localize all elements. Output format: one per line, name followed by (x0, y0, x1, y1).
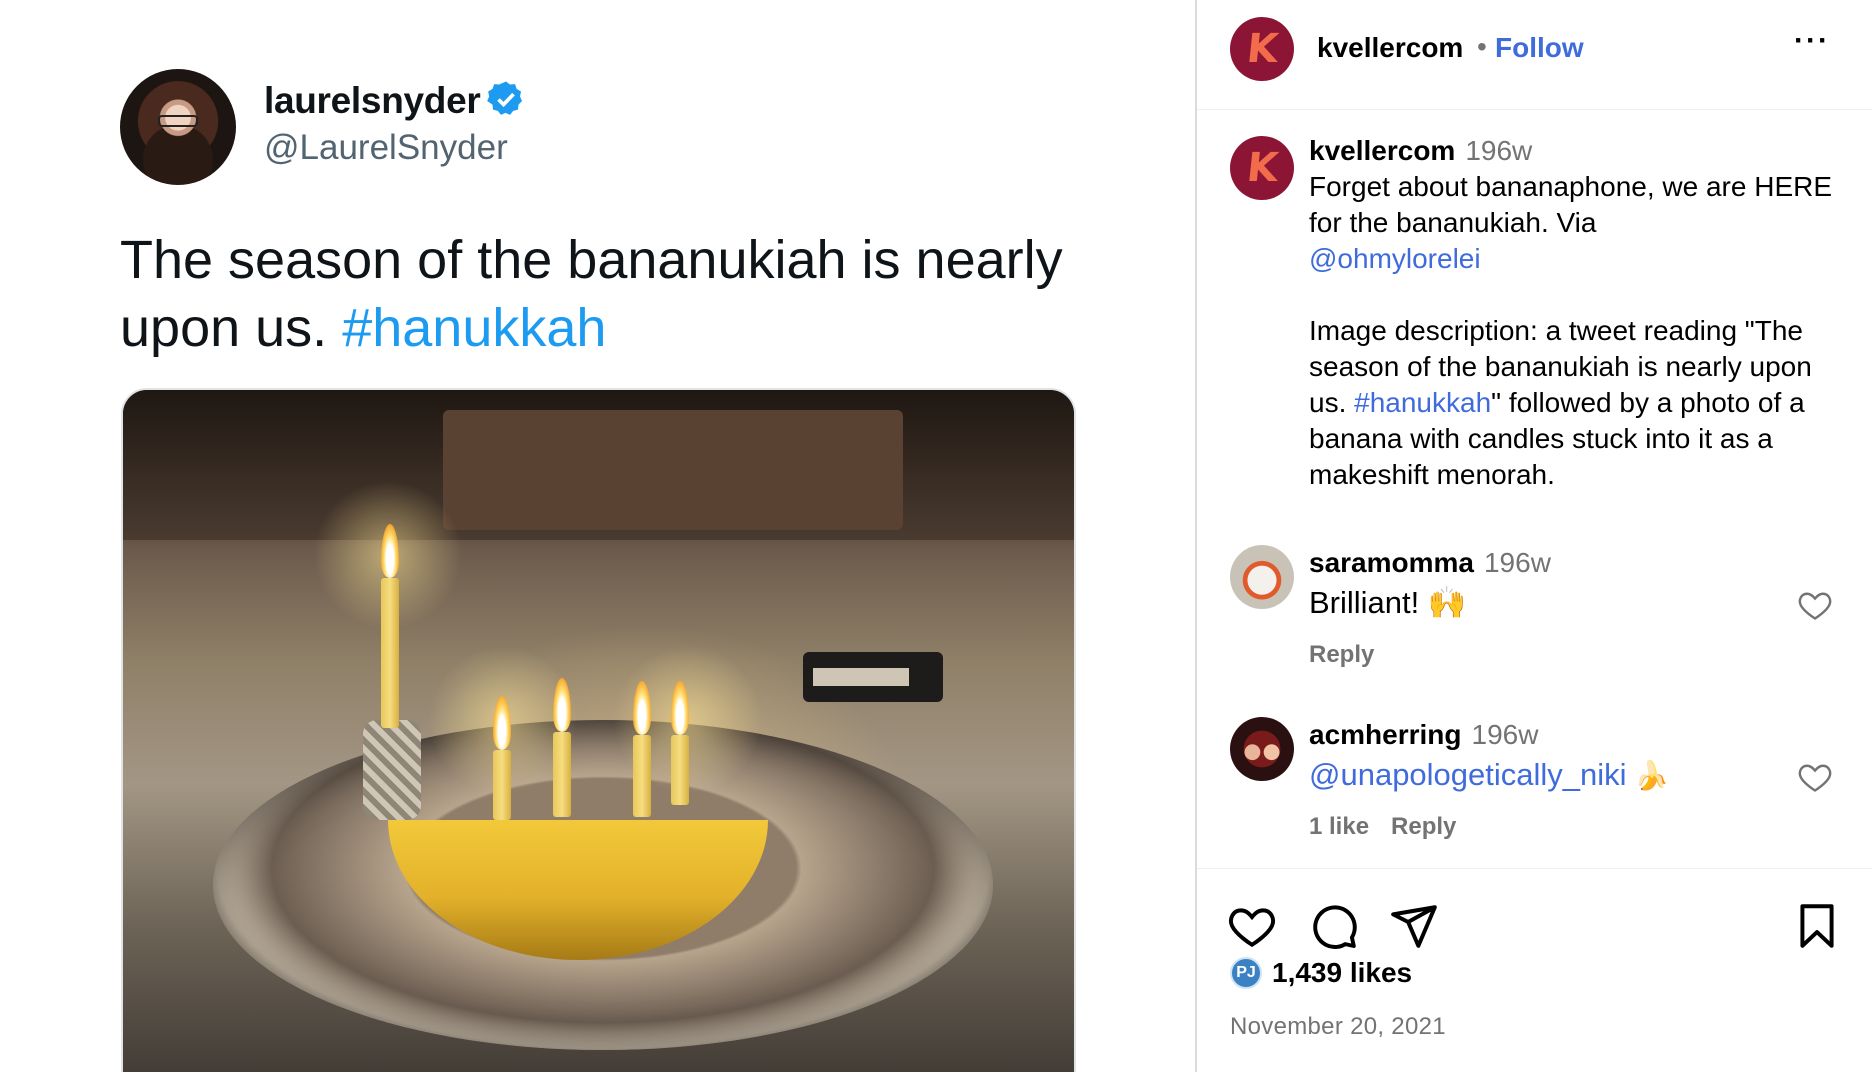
caption-hashtag[interactable]: #hanukkah (1354, 387, 1491, 418)
tweet-hashtag: #hanukkah (342, 298, 607, 358)
comment-username[interactable]: saramomma (1309, 547, 1474, 578)
post-side-panel: K kvellercom • Follow ··· K kvellercom 19… (1195, 0, 1872, 1072)
like-heart-icon[interactable] (1227, 901, 1277, 951)
post-date[interactable]: November 20, 2021 (1230, 1013, 1446, 1041)
caption-body: kvellercom 196w Forget about bananaphone,… (1309, 133, 1839, 493)
likes-count[interactable]: 1,439 likes (1272, 957, 1412, 989)
reply-button[interactable]: Reply (1309, 641, 1374, 668)
comment-emoji: 🍌 (1634, 760, 1670, 791)
comment-body: saramomma 196w Brilliant! 🙌 (1309, 545, 1839, 625)
comment-like-count[interactable]: 1 like (1309, 813, 1369, 840)
comment-username[interactable]: acmherring (1309, 719, 1462, 750)
caption-time[interactable]: 196w (1465, 135, 1532, 166)
comment-mention[interactable]: @unapologetically_niki (1309, 757, 1627, 792)
account-avatar[interactable]: K (1230, 17, 1294, 81)
post-media[interactable]: laurelsnyder @LaurelSnyder The season of… (0, 0, 1195, 1072)
comment-time[interactable]: 196w (1472, 719, 1539, 750)
like-comment-heart-icon[interactable] (1797, 759, 1833, 795)
bookmark-icon[interactable] (1792, 901, 1842, 951)
likes-summary[interactable]: PJ 1,439 likes (1230, 957, 1412, 989)
commenter-avatar[interactable] (1230, 545, 1294, 609)
tweet-text: The season of the bananukiah is nearly u… (120, 230, 1063, 358)
caption-username[interactable]: kvellercom (1309, 135, 1455, 166)
more-options-icon[interactable]: ··· (1792, 26, 1832, 70)
post-header: K kvellercom • Follow ··· (1197, 0, 1872, 110)
comment-bubble-icon[interactable] (1309, 901, 1359, 951)
header-separator: • (1477, 31, 1487, 62)
tweet-author-handle: @LaurelSnyder (264, 128, 508, 167)
comment-meta: Reply (1309, 641, 1396, 669)
verified-badge-icon (487, 81, 523, 116)
comment-body: acmherring 196w @unapologetically_niki 🍌 (1309, 717, 1839, 797)
caption-text: Forget about bananaphone, we are HERE fo… (1309, 171, 1833, 238)
reply-button[interactable]: Reply (1391, 813, 1456, 840)
caption-mention[interactable]: @ohmylorelei (1309, 243, 1481, 274)
comment-text: Brilliant! 🙌 (1309, 585, 1467, 620)
tweet-author-avatar (120, 69, 236, 185)
commenter-avatar[interactable] (1230, 717, 1294, 781)
like-comment-heart-icon[interactable] (1797, 587, 1833, 623)
caption-avatar[interactable]: K (1230, 136, 1294, 200)
post-actions: PJ 1,439 likes November 20, 2021 (1197, 868, 1872, 1072)
share-send-icon[interactable] (1389, 901, 1439, 951)
banana-menorah-photo (121, 388, 1076, 1072)
comment-time[interactable]: 196w (1484, 547, 1551, 578)
liker-avatar: PJ (1230, 957, 1262, 989)
comment-meta: 1 like Reply (1309, 813, 1478, 841)
follow-button[interactable]: Follow (1495, 32, 1584, 64)
header-username[interactable]: kvellercom (1317, 32, 1463, 64)
tweet-author-name: laurelsnyder (264, 80, 526, 123)
